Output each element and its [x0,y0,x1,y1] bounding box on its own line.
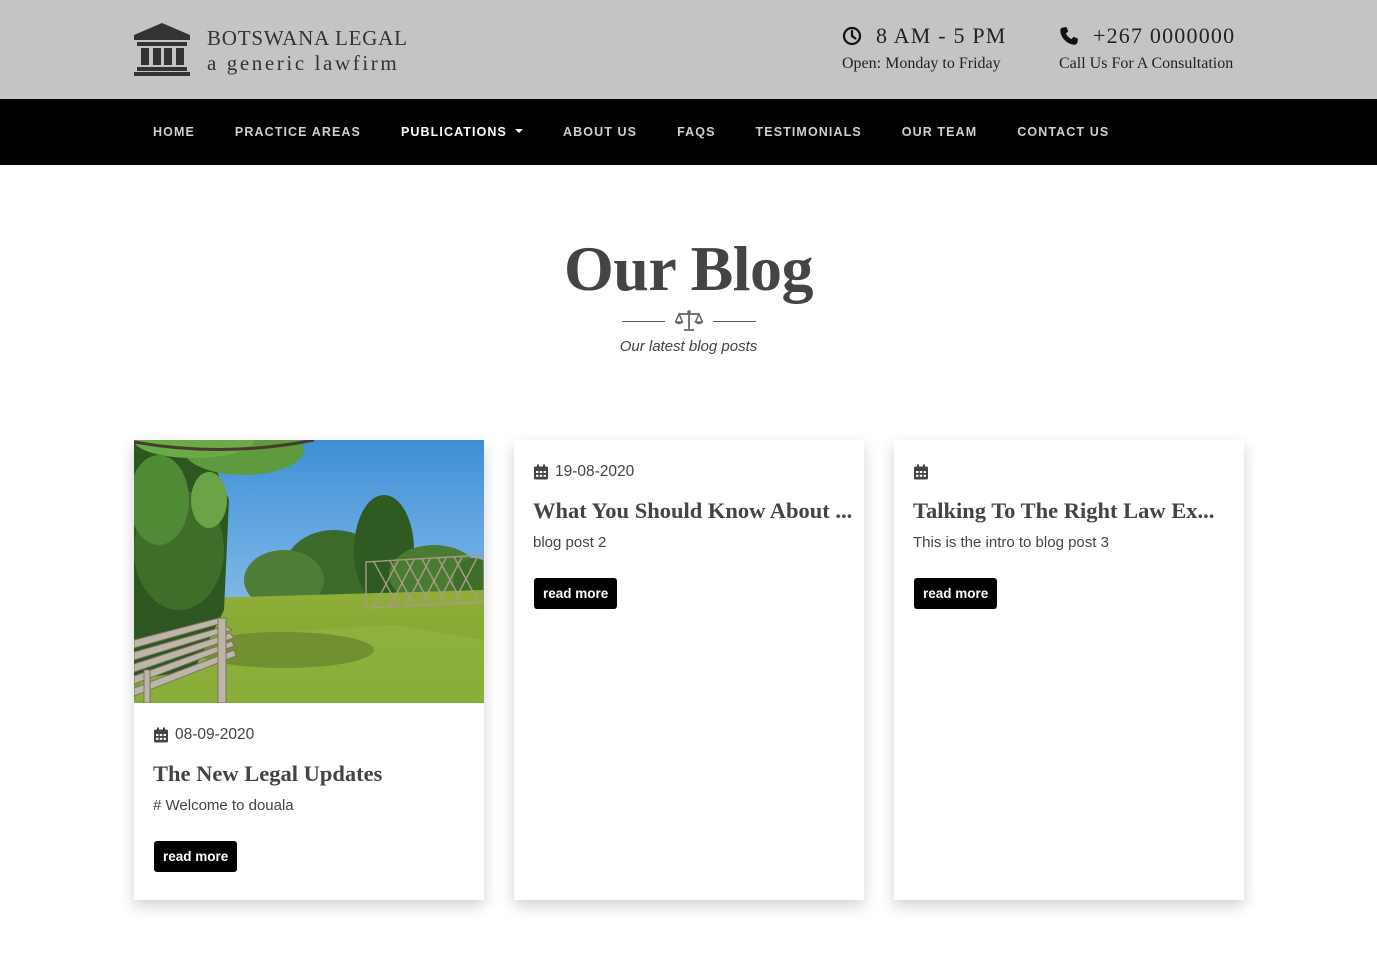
calendar-icon [154,727,168,743]
nav-item-home[interactable]: HOME [133,125,215,139]
opening-hours: 8 AM - 5 PM Open: Monday to Friday [842,22,1007,77]
dropdown-caret-icon [515,129,523,133]
post-excerpt: This is the intro to blog post 3 [913,534,1109,551]
blog-card[interactable]: Talking To The Right Law Ex... This is t… [894,440,1244,900]
main-navbar: HOME PRACTICE AREAS PUBLICATIONS ABOUT U… [0,99,1377,165]
title-divider [622,308,756,334]
post-date: 19-08-2020 [555,463,635,480]
calendar-icon [534,464,548,480]
hours-text: 8 AM - 5 PM [876,23,1007,48]
top-header: BOTSWANA LEGAL a generic lawfirm 8 AM - … [0,0,1377,99]
nav-item-practice-areas[interactable]: PRACTICE AREAS [215,125,381,139]
post-excerpt: blog post 2 [533,534,607,551]
hours-subtext: Open: Monday to Friday [842,55,1001,72]
nav-item-our-team[interactable]: OUR TEAM [882,125,997,139]
section-title: Our Blog [563,233,814,304]
brand-tagline: a generic lawfirm [207,51,400,75]
post-title[interactable]: What You Should Know About ... [533,497,852,525]
nav-item-about-us[interactable]: ABOUT US [543,125,657,139]
section-subtitle: Our latest blog posts [619,338,758,355]
nav-item-publications-label: PUBLICATIONS [400,125,507,139]
post-title[interactable]: The New Legal Updates [153,760,465,788]
read-more-button[interactable]: read more [534,578,618,609]
post-date: 08-09-2020 [175,726,255,743]
post-excerpt: # Welcome to douala [153,797,294,814]
read-more-button[interactable]: read more [914,578,998,609]
clock-icon [842,26,862,46]
brand-name: BOTSWANA LEGAL [207,26,408,50]
phone-contact: +267 0000000 Call Us For A Consultation [1059,22,1235,77]
nav-item-faqs[interactable]: FAQS [657,125,735,139]
site-logo[interactable]: BOTSWANA LEGAL a generic lawfirm [133,21,408,76]
phone-number[interactable]: +267 0000000 [1093,22,1235,50]
nav-item-testimonials[interactable]: TESTIMONIALS [736,125,882,139]
nav-item-contact-us[interactable]: CONTACT US [997,125,1129,139]
blog-card[interactable]: 08-09-2020 The New Legal Updates # Welco… [134,440,484,900]
nav-item-publications[interactable]: PUBLICATIONS [381,125,543,139]
nav-list: HOME PRACTICE AREAS PUBLICATIONS ABOUT U… [133,99,1129,165]
phone-icon [1060,27,1078,45]
read-more-button[interactable]: read more [154,841,238,872]
phone-subtext: Call Us For A Consultation [1059,55,1234,72]
scales-of-justice-icon [675,310,703,331]
calendar-icon [914,464,928,480]
blog-card[interactable]: 19-08-2020 What You Should Know About ..… [514,440,864,900]
post-title[interactable]: Talking To The Right Law Ex... [913,497,1225,525]
courthouse-icon [134,23,190,76]
